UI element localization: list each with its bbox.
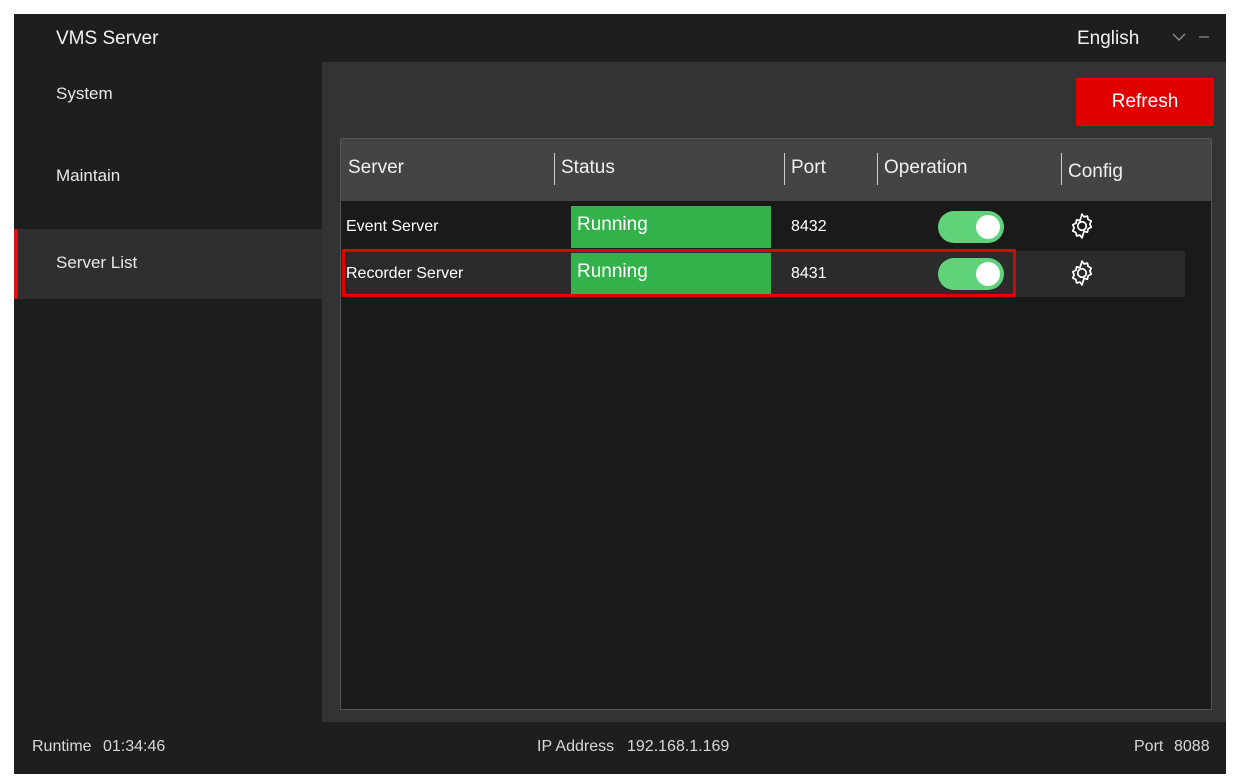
sidebar-item-label: Server List <box>56 253 138 272</box>
status-badge: Running <box>571 206 771 248</box>
column-header-config[interactable]: Config <box>1068 161 1123 183</box>
operation-toggle[interactable] <box>938 211 1004 243</box>
language-selector[interactable]: English <box>1077 28 1139 50</box>
status-text: Running <box>577 214 648 235</box>
sidebar-item-label: System <box>56 84 113 103</box>
sidebar-item-system[interactable]: System <box>14 62 322 132</box>
runtime-label: Runtime <box>32 738 92 755</box>
gear-icon[interactable] <box>1067 211 1097 241</box>
table-row[interactable]: Event Server Running 8432 <box>341 204 1185 250</box>
column-divider[interactable] <box>877 153 878 185</box>
refresh-button[interactable]: Refresh <box>1076 78 1214 126</box>
port-value: 8431 <box>791 265 827 282</box>
status-bar: Runtime 01:34:46 IP Address 192.168.1.16… <box>14 722 1226 774</box>
server-table: Server Status Port Operation Config Even… <box>340 138 1212 710</box>
runtime-value: 01:34:46 <box>103 738 166 755</box>
port-label: Port <box>1134 738 1164 755</box>
ip-address-label: IP Address <box>537 738 615 755</box>
sidebar-item-server-list[interactable]: Server List <box>14 229 322 299</box>
chevron-down-icon[interactable] <box>1172 32 1186 42</box>
column-header-server[interactable]: Server <box>348 157 404 179</box>
operation-toggle[interactable] <box>938 258 1004 290</box>
title-bar: VMS Server English <box>14 14 1226 62</box>
table-row[interactable]: Recorder Server Running 8431 <box>341 251 1185 297</box>
server-name: Recorder Server <box>346 265 464 282</box>
column-header-port[interactable]: Port <box>791 157 826 179</box>
toggle-knob <box>976 215 1000 239</box>
toggle-knob <box>976 262 1000 286</box>
column-header-operation[interactable]: Operation <box>884 157 967 179</box>
active-indicator <box>14 229 18 299</box>
gear-icon[interactable] <box>1067 258 1097 288</box>
status-badge: Running <box>571 253 771 295</box>
server-list-panel: Refresh Server Status Port Operation Con… <box>322 62 1226 722</box>
column-divider[interactable] <box>554 153 555 185</box>
server-name: Event Server <box>346 218 439 235</box>
table-header: Server Status Port Operation Config <box>341 139 1211 201</box>
app-title: VMS Server <box>56 28 159 49</box>
sidebar: System Maintain Server List <box>14 62 322 722</box>
vms-server-window: VMS Server English System Maintain Serve… <box>14 14 1226 774</box>
port-value: 8432 <box>791 218 827 235</box>
column-divider[interactable] <box>784 153 785 185</box>
port-value: 8088 <box>1174 738 1210 755</box>
column-header-status[interactable]: Status <box>561 157 615 179</box>
sidebar-item-label: Maintain <box>56 166 121 185</box>
column-divider[interactable] <box>1061 153 1062 185</box>
ip-address-value: 192.168.1.169 <box>627 738 730 755</box>
minimize-icon[interactable] <box>1198 32 1210 42</box>
status-text: Running <box>577 261 648 282</box>
sidebar-item-maintain[interactable]: Maintain <box>14 144 322 214</box>
